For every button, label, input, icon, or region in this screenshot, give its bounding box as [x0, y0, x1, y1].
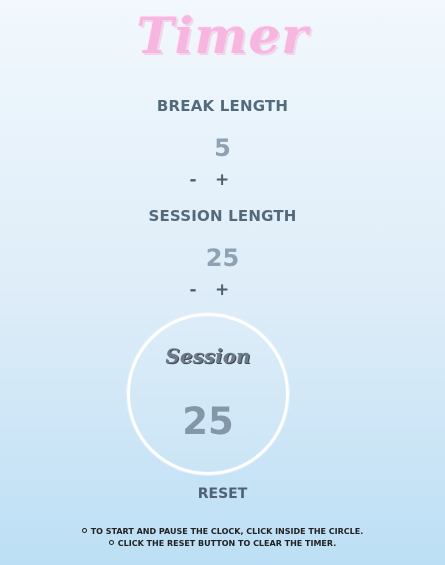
break-length-value: 5 — [214, 134, 231, 162]
break-decrement-button[interactable]: - — [186, 169, 200, 191]
session-increment-button[interactable]: + — [215, 279, 229, 301]
instruction-text-start-pause: TO START AND PAUSE THE CLOCK, CLICK INSI… — [90, 527, 364, 536]
instruction-text-reset: CLICK THE RESET BUTTON TO CLEAR THE TIME… — [117, 539, 337, 548]
reset-area: RESET — [0, 486, 445, 502]
instruction-line: TO START AND PAUSE THE CLOCK, CLICK INSI… — [0, 526, 445, 538]
session-length-controls: - + — [186, 279, 236, 301]
instruction-line: CLICK THE RESET BUTTON TO CLEAR THE TIME… — [0, 538, 445, 550]
break-increment-button[interactable]: + — [215, 169, 229, 191]
session-length-value: 25 — [205, 244, 240, 272]
instructions: TO START AND PAUSE THE CLOCK, CLICK INSI… — [0, 526, 445, 550]
bullet-icon — [81, 528, 87, 533]
timer-circle[interactable]: Session 25 — [127, 313, 289, 475]
session-decrement-button[interactable]: - — [186, 279, 200, 301]
timer-time-display: 25 — [182, 400, 234, 443]
break-length-label: BREAK LENGTH — [156, 97, 289, 115]
session-length-label: SESSION LENGTH — [148, 207, 297, 225]
break-length-controls: - + — [186, 169, 236, 191]
bullet-icon — [108, 540, 114, 545]
app-title: Timer — [136, 6, 309, 65]
reset-button[interactable]: RESET — [198, 486, 248, 502]
timer-mode-label: Session — [165, 344, 251, 368]
